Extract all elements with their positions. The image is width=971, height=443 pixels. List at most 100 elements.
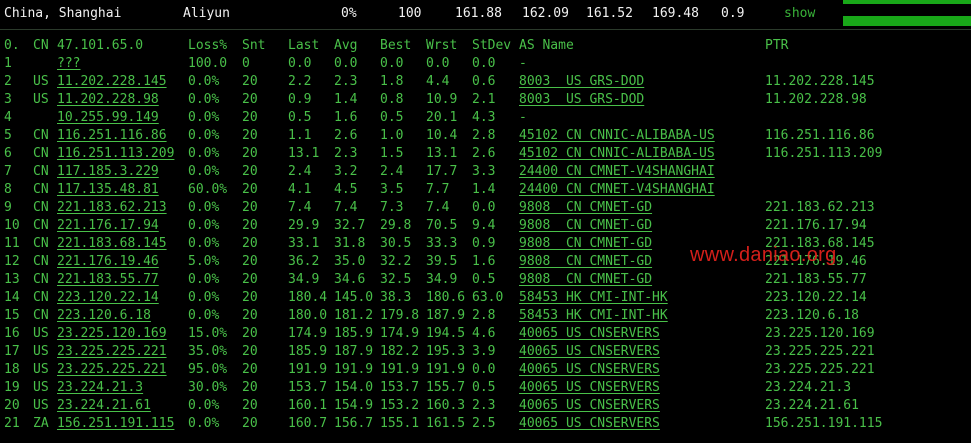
hop-ip-link[interactable]: 116.251.116.86 bbox=[57, 127, 167, 145]
hop-ip-link[interactable]: 117.185.3.229 bbox=[57, 163, 159, 181]
traceroute-table: 0. CN 47.101.65.0 Loss% Snt Last Avg Bes… bbox=[0, 37, 971, 433]
hop-best: 30.5 bbox=[380, 236, 412, 251]
hop-num: 11 bbox=[4, 236, 20, 251]
hop-snt: 20 bbox=[242, 92, 258, 107]
hop-ip-link[interactable]: 23.224.21.3 bbox=[57, 379, 143, 397]
hop-ip-link[interactable]: 116.251.113.209 bbox=[57, 145, 174, 163]
hop-last: 4.1 bbox=[288, 182, 312, 197]
header-ip: 47.101.65.0 bbox=[57, 38, 144, 53]
hop-ip-link[interactable]: 221.176.19.46 bbox=[57, 253, 159, 271]
hop-ptr: 221.176.17.94 bbox=[765, 218, 867, 233]
hop-snt: 20 bbox=[242, 110, 258, 125]
hop-best: 32.5 bbox=[380, 272, 412, 287]
hop-best: 155.1 bbox=[380, 416, 420, 431]
hop-as-link[interactable]: 58453 HK CMI-INT-HK bbox=[519, 307, 668, 325]
hop-as-link[interactable]: 9808 CN CMNET-GD bbox=[519, 217, 652, 235]
hop-ip-link[interactable]: 11.202.228.98 bbox=[57, 91, 159, 109]
hop-last: 160.1 bbox=[288, 398, 328, 413]
hop-last: 34.9 bbox=[288, 272, 320, 287]
hop-cc: US bbox=[33, 398, 49, 413]
hop-as-link[interactable]: 24400 CN CMNET-V4SHANGHAI bbox=[519, 163, 715, 181]
summary-location: China, Shanghai bbox=[4, 6, 122, 21]
hop-cc: CN bbox=[33, 236, 49, 251]
hop-as: - bbox=[519, 110, 527, 125]
hop-ptr: 23.225.120.169 bbox=[765, 326, 875, 341]
hop-wrst: 7.4 bbox=[426, 200, 450, 215]
hop-num: 3 bbox=[4, 92, 12, 107]
hop-avg: 2.6 bbox=[334, 128, 358, 143]
hop-cc: CN bbox=[33, 254, 49, 269]
hop-ip-link[interactable]: 223.120.6.18 bbox=[57, 307, 151, 325]
hop-as-link[interactable]: 9808 CN CMNET-GD bbox=[519, 271, 652, 289]
hop-snt: 20 bbox=[242, 326, 258, 341]
hop-best: 0.8 bbox=[380, 92, 404, 107]
hop-ip-link[interactable]: 11.202.228.145 bbox=[57, 73, 167, 91]
table-row: 19 US 23.224.21.3 30.0% 20 153.7 154.0 153.7 155… bbox=[0, 379, 971, 397]
hop-loss: 0.0% bbox=[188, 128, 220, 143]
hop-ip-link[interactable]: 221.176.17.94 bbox=[57, 217, 159, 235]
hop-ptr: 11.202.228.98 bbox=[765, 92, 867, 107]
hop-as-link[interactable]: 58453 HK CMI-INT-HK bbox=[519, 289, 668, 307]
hop-ptr: 23.224.21.61 bbox=[765, 398, 859, 413]
hop-ip-link[interactable]: 221.183.68.145 bbox=[57, 235, 167, 253]
hop-num: 1 bbox=[4, 56, 12, 71]
hop-best: 38.3 bbox=[380, 290, 412, 305]
hop-snt: 20 bbox=[242, 218, 258, 233]
hop-best: 29.8 bbox=[380, 218, 412, 233]
header-num: 0. bbox=[4, 38, 20, 53]
hop-snt: 20 bbox=[242, 128, 258, 143]
hop-wrst: 70.5 bbox=[426, 218, 458, 233]
hop-avg: 1.6 bbox=[334, 110, 358, 125]
hop-as-link[interactable]: 8003 US GRS-DOD bbox=[519, 91, 644, 109]
hop-ip-link[interactable]: 23.225.120.169 bbox=[57, 325, 167, 343]
hop-loss: 0.0% bbox=[188, 398, 220, 413]
hop-as-link[interactable]: 24400 CN CMNET-V4SHANGHAI bbox=[519, 181, 715, 199]
hop-snt: 20 bbox=[242, 290, 258, 305]
hop-avg: 7.4 bbox=[334, 200, 358, 215]
hop-cc: CN bbox=[33, 272, 49, 287]
hop-wrst: 33.3 bbox=[426, 236, 458, 251]
hop-num: 5 bbox=[4, 128, 12, 143]
hop-as-link[interactable]: 9808 CN CMNET-GD bbox=[519, 199, 652, 217]
hop-ip-link[interactable]: 156.251.191.115 bbox=[57, 415, 174, 433]
hop-ip-link[interactable]: 23.225.225.221 bbox=[57, 361, 167, 379]
hop-num: 21 bbox=[4, 416, 20, 431]
hop-ip-link[interactable]: 221.183.55.77 bbox=[57, 271, 159, 289]
hop-as-link[interactable]: 9808 CN CMNET-GD bbox=[519, 235, 652, 253]
hop-ip-link[interactable]: 221.183.62.213 bbox=[57, 199, 167, 217]
hop-avg: 35.0 bbox=[334, 254, 366, 269]
hop-as-link[interactable]: 40065 US CNSERVERS bbox=[519, 325, 660, 343]
hop-ip-link[interactable]: 23.224.21.61 bbox=[57, 397, 151, 415]
hop-ip-link[interactable]: 23.225.225.221 bbox=[57, 343, 167, 361]
header-cc: CN bbox=[33, 38, 49, 53]
hop-ip-link[interactable]: 117.135.48.81 bbox=[57, 181, 159, 199]
hop-wrst: 161.5 bbox=[426, 416, 466, 431]
hop-cc: CN bbox=[33, 308, 49, 323]
hop-as-link[interactable]: 40065 US CNSERVERS bbox=[519, 361, 660, 379]
header-stdev: StDev bbox=[472, 38, 512, 53]
hop-as-link[interactable]: 8003 US GRS-DOD bbox=[519, 73, 644, 91]
hop-best: 153.7 bbox=[380, 380, 420, 395]
hop-as-link[interactable]: 40065 US CNSERVERS bbox=[519, 415, 660, 433]
hop-as-link[interactable]: 45102 CN CNNIC-ALIBABA-US bbox=[519, 145, 715, 163]
hop-ip-link[interactable]: ??? bbox=[57, 55, 80, 73]
hop-ip-link[interactable]: 223.120.22.14 bbox=[57, 289, 159, 307]
hop-as-link[interactable]: 40065 US CNSERVERS bbox=[519, 343, 660, 361]
hop-as-link[interactable]: 40065 US CNSERVERS bbox=[519, 379, 660, 397]
hop-ip-link[interactable]: 10.255.99.149 bbox=[57, 109, 159, 127]
hop-as-link[interactable]: 9808 CN CMNET-GD bbox=[519, 253, 652, 271]
hop-best: 7.3 bbox=[380, 200, 404, 215]
hop-as-link[interactable]: 45102 CN CNNIC-ALIBABA-US bbox=[519, 127, 715, 145]
hop-loss: 0.0% bbox=[188, 92, 220, 107]
hop-avg: 0.0 bbox=[334, 56, 358, 71]
hop-stdev: 2.1 bbox=[472, 92, 496, 107]
hop-as-link[interactable]: 40065 US CNSERVERS bbox=[519, 397, 660, 415]
hop-num: 20 bbox=[4, 398, 20, 413]
hop-avg: 2.3 bbox=[334, 146, 358, 161]
hop-avg: 1.4 bbox=[334, 92, 358, 107]
hop-loss: 0.0% bbox=[188, 272, 220, 287]
hop-snt: 20 bbox=[242, 272, 258, 287]
hop-last: 0.0 bbox=[288, 56, 312, 71]
hop-best: 174.9 bbox=[380, 326, 420, 341]
show-link[interactable]: show bbox=[784, 5, 815, 23]
